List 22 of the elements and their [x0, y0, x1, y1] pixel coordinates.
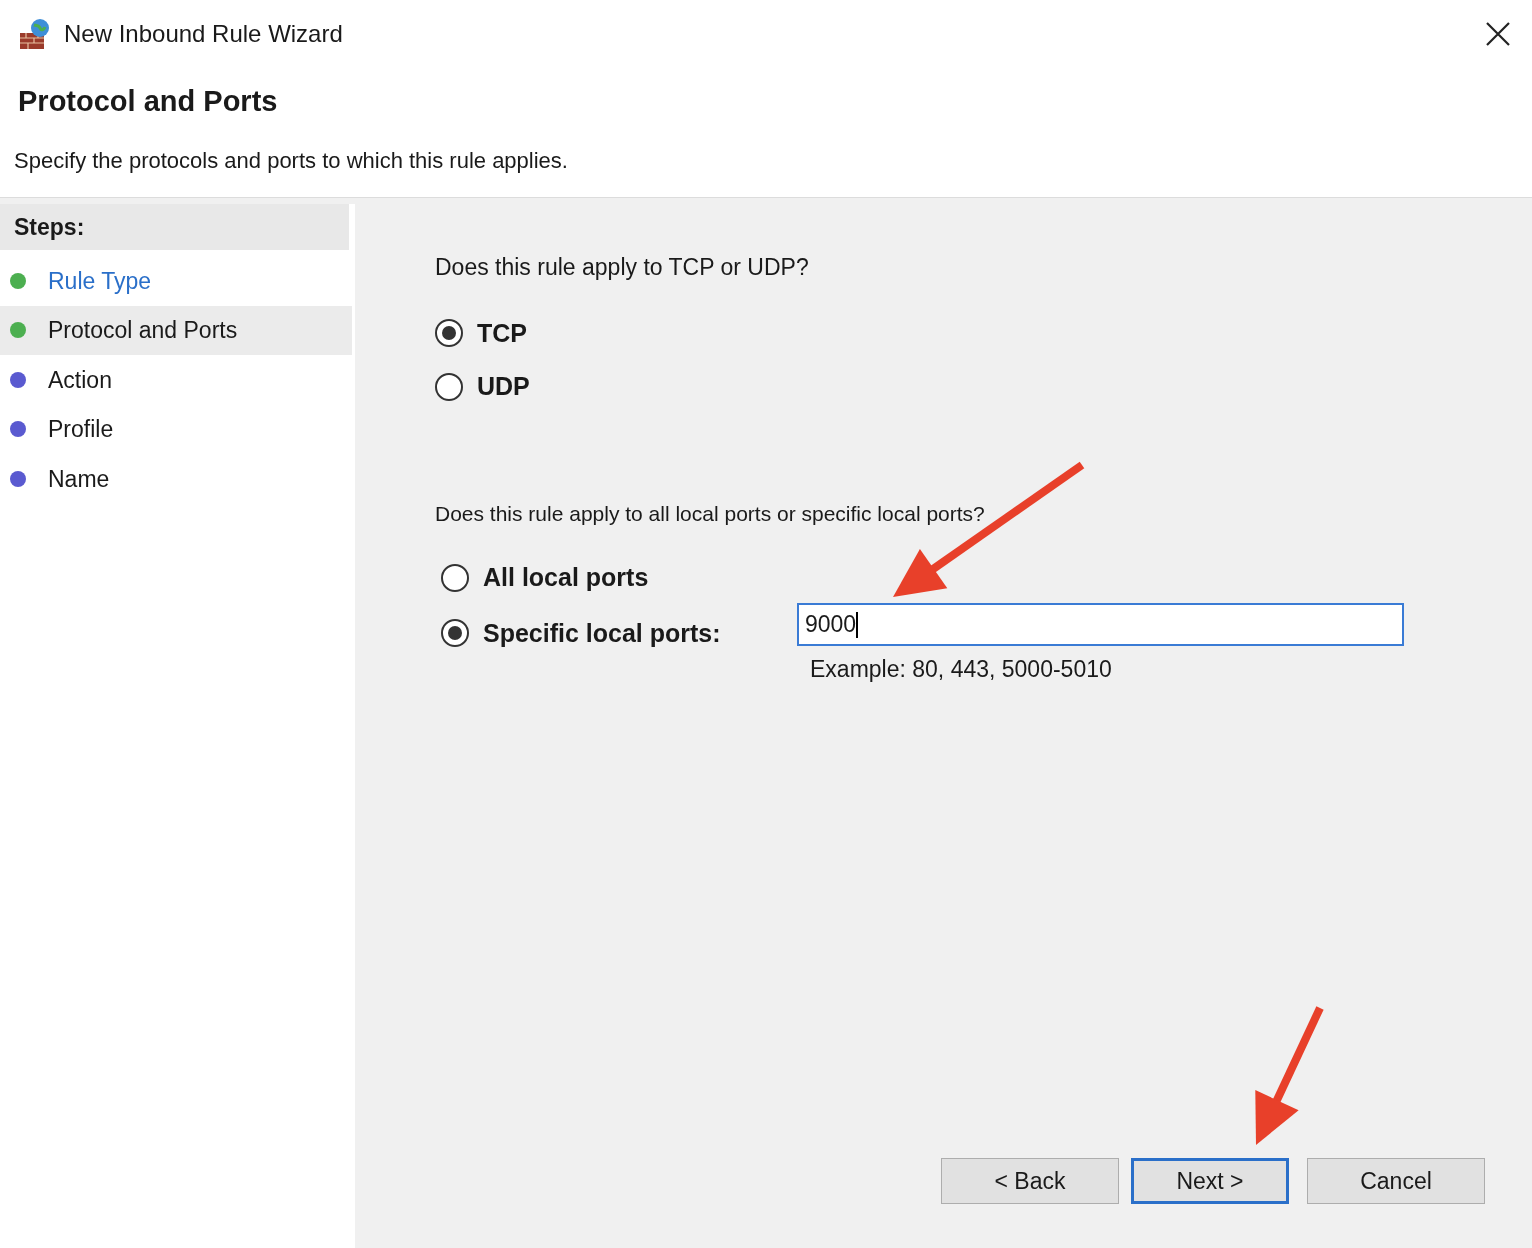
radio-option[interactable]: TCP [435, 314, 527, 352]
question-text: Does this rule apply to all local ports or specific local ports? [435, 500, 985, 527]
dialog-button[interactable]: < Back [941, 1158, 1119, 1204]
step-item[interactable]: Protocol and Ports [0, 305, 352, 355]
steps-heading: Steps: [14, 212, 85, 242]
radio-option[interactable]: All local ports [441, 559, 649, 597]
dialog-button[interactable]: Next > [1131, 1158, 1289, 1204]
firewall-globe-icon [18, 17, 52, 51]
radio-button[interactable] [441, 619, 469, 648]
radio-button[interactable] [441, 563, 469, 592]
radio-button[interactable] [435, 372, 463, 401]
page-heading: Protocol and Ports [18, 84, 278, 119]
window-title: New Inbound Rule Wizard [64, 19, 343, 49]
question-text: Does this rule apply to TCP or UDP? [435, 253, 809, 282]
page-subtitle: Specify the protocols and ports to which this rule applies. [14, 146, 568, 175]
close-icon [1485, 21, 1511, 47]
radio-option[interactable]: Specific local ports: [441, 614, 721, 652]
dialog-button[interactable]: Cancel [1307, 1158, 1485, 1204]
radio-button[interactable] [435, 319, 463, 348]
radio-option[interactable]: UDP [435, 368, 530, 406]
ports-input-field[interactable]: 9000 [797, 603, 1404, 646]
example-hint: Example: 80, 443, 5000-5010 [810, 655, 1112, 684]
